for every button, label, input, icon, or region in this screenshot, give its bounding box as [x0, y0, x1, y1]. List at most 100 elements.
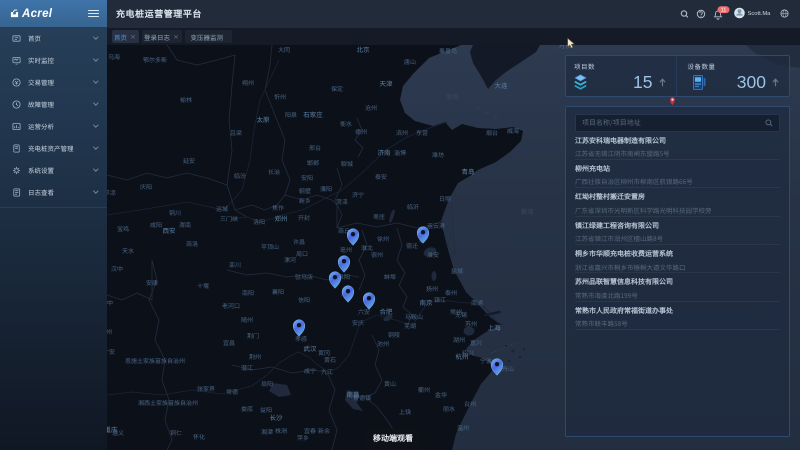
svg-text:黄山: 黄山 — [384, 379, 396, 388]
svg-text:益阳: 益阳 — [260, 405, 272, 414]
svg-text:平凉: 平凉 — [107, 188, 116, 197]
svg-text:金华: 金华 — [435, 390, 447, 399]
svg-text:宝鸡: 宝鸡 — [117, 224, 129, 233]
svg-text:咸阳: 咸阳 — [150, 220, 162, 229]
svg-text:济南: 济南 — [378, 147, 392, 157]
svg-text:榆林: 榆林 — [180, 95, 192, 104]
svg-text:安庆: 安庆 — [352, 318, 364, 327]
svg-text:沧州: 沧州 — [365, 103, 377, 112]
svg-text:信阳: 信阳 — [298, 295, 310, 304]
svg-text:盐城: 盐城 — [451, 266, 463, 275]
svg-text:荆门: 荆门 — [247, 331, 259, 340]
svg-text:宿州: 宿州 — [371, 250, 383, 259]
svg-text:太原: 太原 — [257, 114, 271, 124]
svg-text:北京: 北京 — [357, 45, 371, 54]
svg-text:周口: 周口 — [296, 249, 308, 258]
svg-text:武汉: 武汉 — [304, 343, 318, 353]
svg-text:随州: 随州 — [241, 315, 253, 324]
svg-text:荆州: 荆州 — [249, 352, 261, 361]
svg-text:渤海: 渤海 — [446, 91, 460, 101]
svg-text:安阳: 安阳 — [301, 173, 313, 182]
svg-text:日照: 日照 — [439, 194, 451, 203]
svg-text:延安: 延安 — [183, 156, 195, 165]
svg-text:临沂: 临沂 — [407, 202, 419, 211]
svg-text:襄阳: 襄阳 — [272, 287, 284, 296]
svg-text:濮阳: 濮阳 — [320, 184, 332, 193]
svg-text:汉中: 汉中 — [111, 264, 123, 273]
svg-text:嘉兴: 嘉兴 — [470, 338, 482, 347]
svg-text:上海: 上海 — [488, 322, 502, 332]
svg-text:湘潭: 湘潭 — [261, 427, 273, 436]
svg-text:唐山: 唐山 — [404, 57, 416, 66]
svg-text:大同: 大同 — [278, 45, 290, 54]
svg-text:温州: 温州 — [457, 423, 469, 432]
svg-text:宁波: 宁波 — [480, 356, 492, 365]
svg-text:庆阳: 庆阳 — [140, 182, 152, 191]
svg-text:株洲: 株洲 — [275, 426, 287, 435]
svg-text:邢台: 邢台 — [309, 143, 321, 152]
svg-text:吕梁: 吕梁 — [230, 128, 242, 137]
svg-text:栾川: 栾川 — [229, 260, 241, 269]
svg-text:邯郸: 邯郸 — [307, 158, 319, 167]
svg-text:11: 11 — [721, 8, 727, 14]
svg-text:临汾: 临汾 — [234, 171, 246, 180]
svg-text:济宁: 济宁 — [352, 190, 364, 199]
svg-text:天水: 天水 — [122, 246, 134, 255]
svg-text:南昌: 南昌 — [347, 389, 360, 399]
svg-text:忻州: 忻州 — [274, 92, 286, 101]
svg-text:鄂尔多斯: 鄂尔多斯 — [143, 55, 167, 64]
svg-text:芜湖: 芜湖 — [404, 321, 416, 330]
svg-text:商洛: 商洛 — [186, 239, 198, 248]
svg-text:潜江: 潜江 — [241, 363, 253, 372]
svg-text:滨州: 滨州 — [396, 128, 408, 137]
svg-text:淄博: 淄博 — [394, 148, 406, 157]
svg-text:大连: 大连 — [495, 80, 509, 90]
svg-text:安康: 安康 — [146, 278, 158, 287]
svg-text:亳州: 亳州 — [340, 245, 352, 254]
svg-text:石家庄: 石家庄 — [303, 109, 323, 119]
svg-text:平顶山: 平顶山 — [261, 242, 279, 251]
svg-text:阳泉: 阳泉 — [285, 110, 297, 119]
svg-text:怀化: 怀化 — [193, 432, 205, 441]
svg-text:咸宁: 咸宁 — [304, 366, 316, 375]
svg-text:张家界: 张家界 — [197, 384, 215, 393]
svg-text:萍乡: 萍乡 — [297, 433, 309, 442]
svg-text:恩施土家族苗族自治州: 恩施土家族苗族自治州 — [125, 356, 185, 365]
svg-text:衢州: 衢州 — [418, 385, 430, 394]
svg-text:泰安: 泰安 — [375, 172, 387, 181]
svg-text:焦作: 焦作 — [272, 203, 284, 212]
svg-text:秦皇岛: 秦皇岛 — [439, 46, 457, 55]
svg-text:铜川: 铜川 — [169, 208, 181, 217]
svg-text:孝感: 孝感 — [295, 334, 307, 343]
svg-text:湘西土家族苗族自治州: 湘西土家族苗族自治州 — [138, 398, 198, 407]
svg-text:丽水: 丽水 — [443, 404, 455, 413]
svg-text:扬州: 扬州 — [426, 284, 438, 293]
svg-text:西安: 西安 — [163, 225, 177, 235]
svg-text:巴中: 巴中 — [107, 298, 113, 307]
svg-text:潍坊: 潍坊 — [432, 150, 444, 159]
svg-text:常德: 常德 — [226, 387, 238, 396]
svg-text:广安: 广安 — [107, 347, 115, 356]
svg-text:渭南: 渭南 — [179, 220, 191, 229]
svg-text:连云港: 连云港 — [427, 221, 445, 230]
svg-text:十堰: 十堰 — [197, 281, 209, 290]
svg-text:无锡: 无锡 — [455, 310, 467, 319]
svg-text:宿迁: 宿迁 — [406, 241, 418, 250]
svg-text:菏泽: 菏泽 — [336, 197, 348, 206]
svg-text:岳阳: 岳阳 — [261, 379, 273, 388]
svg-text:乌海: 乌海 — [108, 52, 120, 61]
svg-text:天津: 天津 — [380, 78, 394, 88]
svg-text:聊城: 聊城 — [341, 159, 353, 168]
svg-text:洛阳: 洛阳 — [253, 217, 265, 226]
svg-text:九江: 九江 — [321, 367, 333, 376]
svg-text:驻马店: 驻马店 — [295, 272, 313, 281]
svg-text:徐州: 徐州 — [377, 234, 389, 243]
svg-text:烟台: 烟台 — [486, 128, 498, 137]
svg-text:黄石: 黄石 — [324, 355, 336, 364]
svg-text:开封: 开封 — [298, 213, 310, 222]
svg-text:宜昌: 宜昌 — [223, 338, 235, 347]
svg-text:朔州: 朔州 — [242, 78, 254, 87]
svg-text:Scott.Ma: Scott.Ma — [748, 11, 772, 17]
svg-text:铜仁: 铜仁 — [170, 428, 182, 437]
svg-text:许昌: 许昌 — [293, 237, 305, 246]
